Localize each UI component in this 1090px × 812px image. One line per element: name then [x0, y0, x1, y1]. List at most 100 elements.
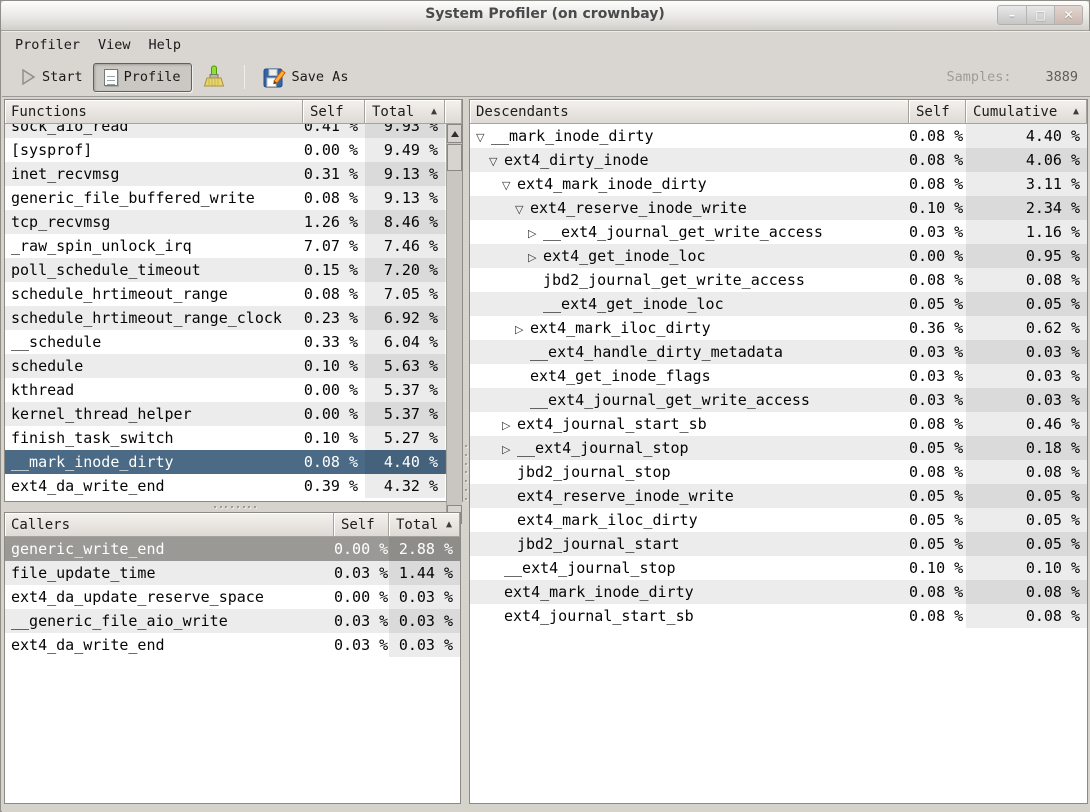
horizontal-splitter[interactable] [214, 503, 256, 510]
table-row[interactable]: __generic_file_aio_write0.03 %0.03 % [5, 609, 460, 633]
table-row[interactable]: __ext4_journal_get_write_access0.03 %0.0… [470, 388, 1087, 412]
titlebar[interactable]: System Profiler (on crownbay) – □ ✕ [1, 1, 1089, 31]
table-row[interactable]: __ext4_journal_stop0.10 %0.10 % [470, 556, 1087, 580]
cell-total-percent: 0.18 % [966, 436, 1087, 460]
table-row[interactable]: generic_write_end0.00 %2.88 % [5, 537, 460, 561]
profile-doc-icon [104, 69, 118, 86]
expander-closed-icon[interactable]: ▷ [502, 414, 517, 436]
table-row[interactable]: ▽ext4_mark_inode_dirty0.08 %3.11 % [470, 172, 1087, 196]
expander-open-icon[interactable]: ▽ [476, 126, 491, 148]
table-row[interactable]: ext4_get_inode_flags0.03 %0.03 % [470, 364, 1087, 388]
table-row[interactable]: jbd2_journal_stop0.08 %0.08 % [470, 460, 1087, 484]
table-row[interactable]: _raw_spin_unlock_irq7.07 %7.46 % [5, 234, 446, 258]
table-row[interactable]: ▷ext4_mark_iloc_dirty0.36 %0.62 % [470, 316, 1087, 340]
cell-function-name: tcp_recvmsg [5, 210, 303, 234]
cell-total-percent: 0.03 % [966, 388, 1087, 412]
table-row[interactable]: file_update_time0.03 %1.44 % [5, 561, 460, 585]
cell-function-name: [sysprof] [5, 138, 303, 162]
cell-self-percent: 0.08 % [909, 460, 966, 484]
cell-function-name: __schedule [5, 330, 303, 354]
table-row[interactable]: ext4_mark_iloc_dirty0.05 %0.05 % [470, 508, 1087, 532]
table-row[interactable]: ext4_reserve_inode_write0.05 %0.05 % [470, 484, 1087, 508]
table-row[interactable]: ▷ext4_journal_start_sb0.08 %0.46 % [470, 412, 1087, 436]
cell-function-name: __mark_inode_dirty [5, 450, 303, 474]
cell-function-name: ▷__ext4_journal_get_write_access [470, 220, 909, 244]
sort-asc-icon: ▲ [431, 106, 437, 117]
table-row[interactable]: ▷__ext4_journal_stop0.05 %0.18 % [470, 436, 1087, 460]
cell-self-percent: 0.39 % [303, 474, 365, 498]
cell-total-percent: 2.34 % [966, 196, 1087, 220]
expander-closed-icon[interactable]: ▷ [528, 222, 543, 244]
table-row[interactable]: generic_file_buffered_write0.08 %9.13 % [5, 186, 446, 210]
callers-column-header[interactable]: Callers [5, 513, 334, 537]
table-row[interactable]: jbd2_journal_get_write_access0.08 %0.08 … [470, 268, 1087, 292]
cell-self-percent: 0.08 % [909, 148, 966, 172]
reset-button[interactable] [192, 60, 236, 94]
table-row[interactable]: ext4_mark_inode_dirty0.08 %0.08 % [470, 580, 1087, 604]
table-row[interactable]: ext4_da_write_end0.03 %0.03 % [5, 633, 460, 657]
menu-profiler[interactable]: Profiler [6, 33, 89, 57]
table-row[interactable]: ▽ext4_dirty_inode0.08 %4.06 % [470, 148, 1087, 172]
cell-function-name: inet_recvmsg [5, 162, 303, 186]
maximize-button[interactable]: □ [1026, 6, 1054, 24]
table-row[interactable]: ext4_da_update_reserve_space0.00 %0.03 % [5, 585, 460, 609]
table-row[interactable]: ext4_da_write_end0.39 %4.32 % [5, 474, 446, 498]
table-row[interactable]: schedule_hrtimeout_range0.08 %7.05 % [5, 282, 446, 306]
self-column-header[interactable]: Self [303, 100, 365, 124]
descendants-column-header[interactable]: Descendants [470, 100, 909, 124]
table-row[interactable]: ▽__mark_inode_dirty0.08 %4.40 % [470, 124, 1087, 148]
table-row[interactable]: jbd2_journal_start0.05 %0.05 % [470, 532, 1087, 556]
close-button[interactable]: ✕ [1054, 6, 1082, 24]
start-button[interactable]: Start [10, 63, 93, 91]
table-row[interactable]: kernel_thread_helper0.00 %5.37 % [5, 402, 446, 426]
save-as-button[interactable]: Save As [253, 61, 359, 93]
table-row[interactable]: schedule_hrtimeout_range_clock0.23 %6.92… [5, 306, 446, 330]
minimize-button[interactable]: – [998, 6, 1026, 24]
table-row[interactable]: ▽ext4_reserve_inode_write0.10 %2.34 % [470, 196, 1087, 220]
vertical-splitter[interactable] [462, 445, 469, 500]
table-row[interactable]: kthread0.00 %5.37 % [5, 378, 446, 402]
menu-help[interactable]: Help [140, 33, 191, 57]
expander-open-icon[interactable]: ▽ [515, 198, 530, 220]
expander-closed-icon[interactable]: ▷ [502, 438, 517, 460]
total-column-header[interactable]: Total ▲ [389, 513, 460, 537]
table-row[interactable]: schedule0.10 %5.63 % [5, 354, 446, 378]
table-row[interactable]: ▷__ext4_journal_get_write_access0.03 %1.… [470, 220, 1087, 244]
expander-closed-icon[interactable]: ▷ [515, 318, 530, 340]
table-row[interactable]: ▷ext4_get_inode_loc0.00 %0.95 % [470, 244, 1087, 268]
cumulative-header-label: Cumulative [973, 104, 1057, 120]
menu-view[interactable]: View [89, 33, 140, 57]
cell-self-percent: 0.00 % [334, 585, 389, 609]
table-row[interactable]: __ext4_handle_dirty_metadata0.03 %0.03 % [470, 340, 1087, 364]
cell-total-percent: 2.88 % [389, 537, 460, 561]
profile-button[interactable]: Profile [93, 63, 192, 92]
cumulative-column-header[interactable]: Cumulative ▲ [966, 100, 1087, 124]
table-row[interactable]: __mark_inode_dirty0.08 %4.40 % [5, 450, 446, 474]
cell-self-percent: 0.15 % [303, 258, 365, 282]
cell-total-percent: 0.05 % [966, 484, 1087, 508]
table-row[interactable]: finish_task_switch0.10 %5.27 % [5, 426, 446, 450]
table-row[interactable]: ext4_journal_start_sb0.08 %0.08 % [470, 604, 1087, 628]
table-row[interactable]: tcp_recvmsg1.26 %8.46 % [5, 210, 446, 234]
samples-counter: Samples: 3889 [946, 69, 1078, 85]
expander-open-icon[interactable]: ▽ [502, 174, 517, 196]
table-row[interactable]: __ext4_get_inode_loc0.05 %0.05 % [470, 292, 1087, 316]
cell-total-percent: 6.04 % [365, 330, 445, 354]
table-row[interactable]: __schedule0.33 %6.04 % [5, 330, 446, 354]
cell-total-percent: 0.08 % [966, 580, 1087, 604]
expander-open-icon[interactable]: ▽ [489, 150, 504, 172]
table-row[interactable]: inet_recvmsg0.31 %9.13 % [5, 162, 446, 186]
toolbar: Start Profile Save As [2, 58, 1090, 97]
scrollbar-thumb[interactable] [447, 144, 462, 171]
self-column-header[interactable]: Self [334, 513, 389, 537]
functions-column-header[interactable]: Functions [5, 100, 303, 124]
cell-function-name: ext4_journal_start_sb [470, 604, 909, 628]
table-row[interactable]: poll_schedule_timeout0.15 %7.20 % [5, 258, 446, 282]
total-column-header[interactable]: Total ▲ [365, 100, 445, 124]
scroll-up-button[interactable] [447, 124, 462, 143]
self-column-header[interactable]: Self [909, 100, 966, 124]
functions-scrollbar[interactable] [446, 124, 462, 524]
table-row[interactable]: sock_aio_read0.41 %9.93 % [5, 124, 446, 138]
expander-closed-icon[interactable]: ▷ [528, 246, 543, 268]
table-row[interactable]: [sysprof]0.00 %9.49 % [5, 138, 446, 162]
